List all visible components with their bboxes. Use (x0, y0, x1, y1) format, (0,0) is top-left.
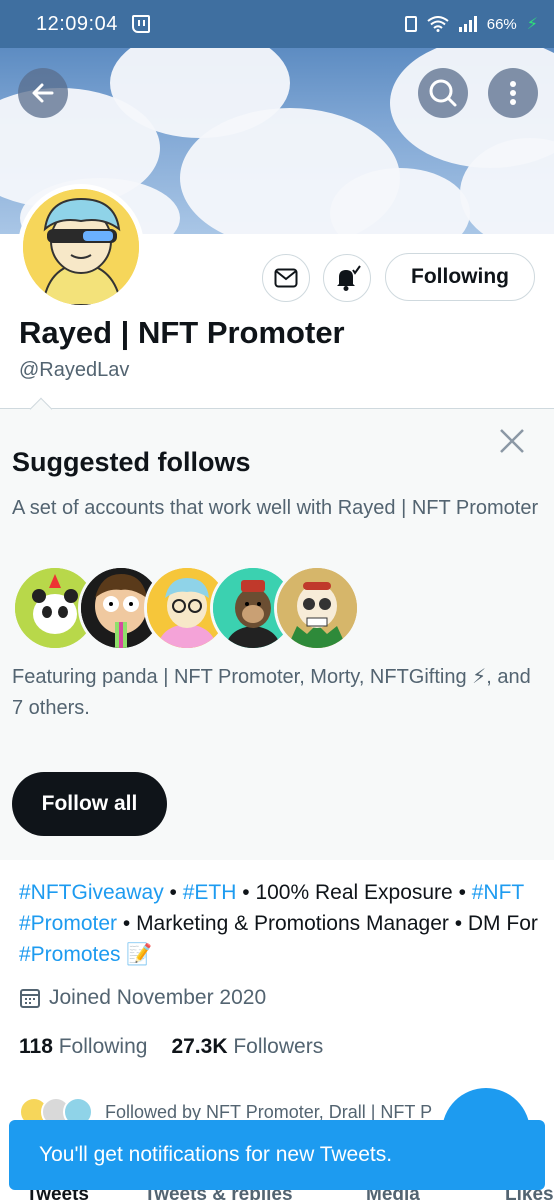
message-button[interactable] (262, 254, 310, 302)
hashtag-link[interactable]: #Promoter (19, 912, 117, 935)
more-vertical-icon (510, 81, 516, 105)
suggested-follows-card: Suggested follows A set of accounts that… (0, 397, 554, 860)
suggested-subtitle: A set of accounts that work well with Ra… (12, 497, 539, 519)
search-button[interactable] (418, 68, 468, 118)
followers-label: Followers (233, 1035, 324, 1058)
featuring-text: Featuring panda | NFT Promoter, Morty, N… (12, 666, 531, 719)
profile-bio: #NFTGiveaway • #ETH • 100% Real Exposure… (19, 877, 539, 970)
following-stat[interactable]: 118 Following (19, 1035, 147, 1059)
twitch-icon (131, 15, 150, 33)
status-icons: 66% ⚡ (404, 14, 538, 34)
display-name: Rayed | NFT Promoter (19, 315, 345, 350)
suggested-avatars (12, 565, 360, 651)
bell-active-icon (337, 265, 361, 291)
hashtag-link[interactable]: #Promotes (19, 943, 121, 966)
back-button[interactable] (18, 68, 68, 118)
calendar-icon (20, 989, 40, 1008)
clock: 12:09:04 (36, 12, 118, 35)
profile-screen: 12:09:04 66% ⚡ Following Rayed | NFT Pro… (0, 0, 554, 1200)
notification-toast: You'll get notifications for new Tweets. (9, 1120, 545, 1190)
bio-text: • Marketing & Promotions Manager • DM Fo… (117, 912, 538, 935)
arrow-left-icon (32, 83, 54, 103)
bio-text: • 100% Real Exposure • (236, 881, 472, 904)
signal-icon (458, 16, 477, 32)
vibrate-icon (404, 16, 417, 32)
following-count: 118 (19, 1035, 53, 1058)
wifi-icon (427, 16, 449, 32)
close-icon (500, 429, 524, 453)
hashtag-link[interactable]: #NFTGiveaway (19, 881, 164, 904)
card-caret (29, 397, 53, 421)
status-bar: 12:09:04 66% ⚡ (0, 0, 554, 48)
battery-percent: 66% (486, 15, 517, 33)
more-button[interactable] (488, 68, 538, 118)
following-button[interactable]: Following (385, 253, 535, 301)
followers-stat[interactable]: 27.3K Followers (171, 1035, 323, 1059)
close-suggestions-button[interactable] (498, 427, 526, 455)
avatar-skull[interactable] (274, 565, 360, 651)
search-icon (429, 79, 457, 107)
follow-all-button[interactable]: Follow all (12, 772, 167, 836)
followers-count: 27.3K (171, 1035, 228, 1058)
user-handle: @RayedLav (19, 359, 130, 381)
hashtag-link[interactable]: #NFT (472, 881, 524, 904)
memo-emoji: 📝 (120, 943, 153, 966)
profile-avatar[interactable] (18, 184, 144, 310)
joined-text: Joined November 2020 (49, 986, 267, 1009)
joined-date: Joined November 2020 (19, 986, 266, 1010)
notifications-button[interactable] (323, 254, 371, 302)
hashtag-link[interactable]: #ETH (183, 881, 237, 904)
toast-text: You'll get notifications for new Tweets. (39, 1143, 393, 1166)
mail-icon (274, 268, 298, 288)
follow-stats: 118 Following 27.3K Followers (19, 1035, 323, 1059)
following-label: Following (58, 1035, 148, 1058)
suggested-title: Suggested follows (12, 447, 251, 477)
bio-text: • (163, 881, 183, 904)
charging-icon: ⚡ (526, 16, 538, 33)
